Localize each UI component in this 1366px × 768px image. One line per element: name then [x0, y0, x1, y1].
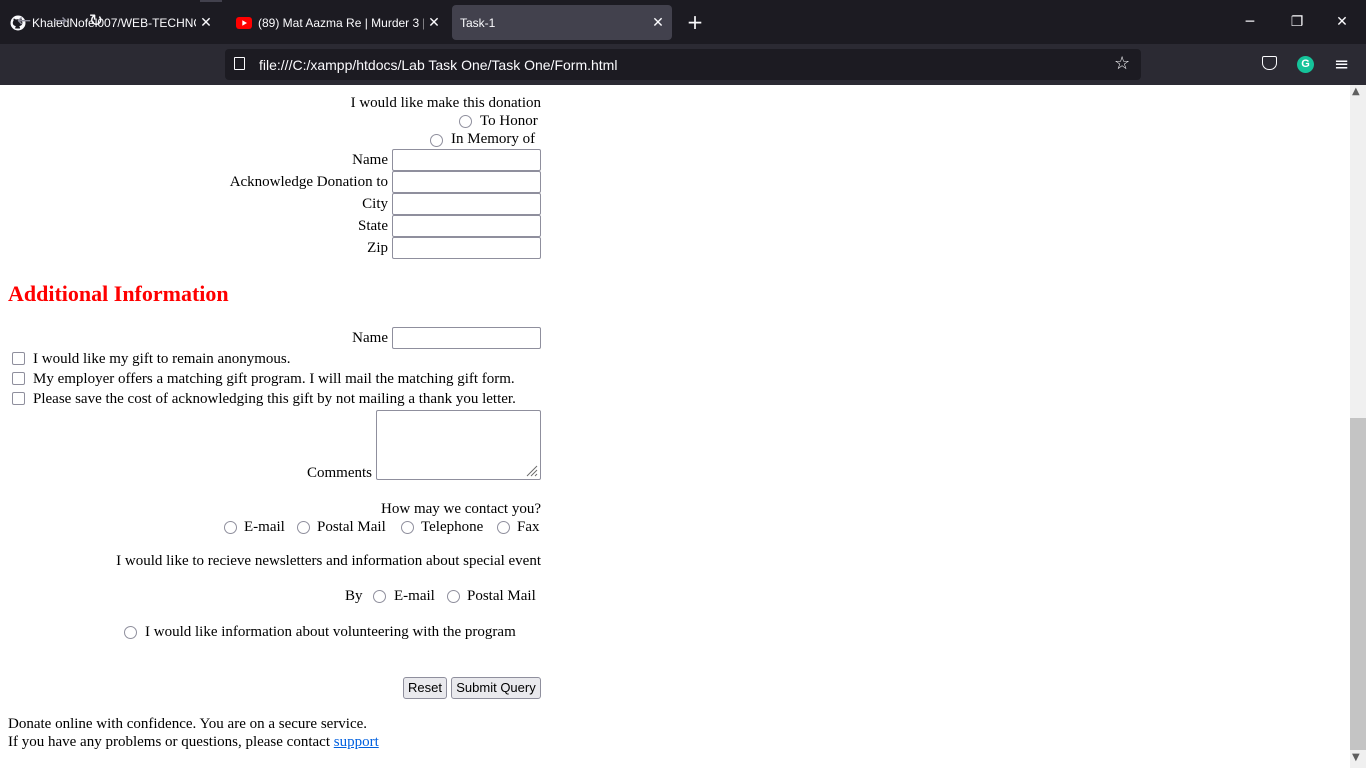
- footer-text: If you have any problems or questions, p…: [8, 734, 334, 750]
- checkbox-matching-gift[interactable]: [12, 372, 25, 385]
- radio-label: Postal Mail: [317, 519, 386, 535]
- checkbox-label: I would like my gift to remain anonymous…: [33, 351, 291, 367]
- contact-question: How may we contact you?: [381, 501, 541, 517]
- tab-title: (89) Mat Aazma Re | Murder 3 | Emraan Ha…: [258, 15, 424, 30]
- footer-line-1: Donate online with confidence. You are o…: [8, 716, 368, 732]
- checkbox-anonymous[interactable]: [12, 352, 25, 365]
- scrollbar-thumb[interactable]: [1350, 418, 1366, 750]
- city-input[interactable]: [392, 193, 541, 215]
- comments-textarea[interactable]: [376, 410, 541, 480]
- radio-label: To Honor: [480, 113, 538, 129]
- close-icon[interactable]: ✕: [648, 14, 668, 31]
- donation-intro: I would like make this donation: [350, 95, 541, 111]
- radio-contact-telephone[interactable]: [401, 521, 414, 534]
- submit-button[interactable]: Submit Query: [451, 677, 541, 699]
- field-label-city: City: [362, 196, 388, 212]
- radio-label: Postal Mail: [467, 588, 536, 604]
- radio-contact-postal[interactable]: [297, 521, 310, 534]
- footer-line-2: If you have any problems or questions, p…: [8, 733, 379, 751]
- hamburger-menu-icon[interactable]: ≡: [1334, 54, 1349, 75]
- restore-icon[interactable]: ❐: [1285, 12, 1309, 32]
- radio-contact-email[interactable]: [224, 521, 237, 534]
- field-label-zip: Zip: [367, 240, 388, 256]
- radio-label: E-mail: [394, 588, 435, 604]
- zip-input[interactable]: [392, 237, 541, 259]
- radio-label: E-mail: [244, 519, 285, 535]
- radio-contact-fax[interactable]: [497, 521, 510, 534]
- back-arrow-icon[interactable]: ←: [11, 8, 37, 34]
- by-label: By: [345, 588, 363, 604]
- radio-label: Telephone: [421, 519, 484, 535]
- checkbox-no-thank-you[interactable]: [12, 392, 25, 405]
- radio-in-memory[interactable]: [430, 134, 443, 147]
- youtube-icon: [236, 15, 252, 31]
- checkbox-label: My employer offers a matching gift progr…: [33, 371, 515, 387]
- field-label-name: Name: [352, 330, 388, 346]
- radio-label: Fax: [517, 519, 540, 535]
- page-icon: [234, 57, 245, 70]
- bookmark-star-icon[interactable]: ☆: [1114, 53, 1130, 74]
- donation-name-input[interactable]: [392, 149, 541, 171]
- pocket-icon[interactable]: [1262, 56, 1277, 70]
- state-input[interactable]: [392, 215, 541, 237]
- radio-newsletter-postal[interactable]: [447, 590, 460, 603]
- field-label-acknowledge: Acknowledge Donation to: [229, 174, 388, 190]
- resize-grip-icon[interactable]: [524, 463, 538, 477]
- tab-indicator: [200, 0, 222, 2]
- radio-label: In Memory of: [451, 131, 536, 147]
- scroll-up-arrow-icon[interactable]: ▲: [1352, 86, 1360, 97]
- grammarly-icon[interactable]: G: [1297, 56, 1314, 73]
- section-heading: Additional Information: [8, 281, 229, 306]
- newsletter-text: I would like to recieve newsletters and …: [116, 553, 541, 569]
- comments-label: Comments: [306, 465, 372, 481]
- close-icon[interactable]: ✕: [196, 14, 216, 31]
- field-label-state: State: [358, 218, 388, 234]
- tab-title: Task-1: [460, 15, 496, 30]
- radio-newsletter-email[interactable]: [373, 590, 386, 603]
- close-icon[interactable]: ✕: [424, 14, 444, 31]
- close-window-icon[interactable]: ✕: [1330, 12, 1354, 32]
- forward-arrow-icon[interactable]: →: [47, 8, 73, 34]
- radio-to-honor[interactable]: [459, 115, 472, 128]
- acknowledge-donation-input[interactable]: [392, 171, 541, 193]
- reload-icon[interactable]: ↻: [83, 8, 109, 34]
- reset-button[interactable]: Reset: [403, 677, 447, 699]
- radio-volunteer[interactable]: [124, 626, 137, 639]
- additional-name-input[interactable]: [392, 327, 541, 349]
- volunteer-text: I would like information about volunteer…: [145, 624, 516, 640]
- support-link[interactable]: support: [334, 734, 379, 750]
- minimize-icon[interactable]: ─: [1238, 12, 1262, 32]
- tab-task-1[interactable]: Task-1 ✕: [452, 5, 672, 40]
- tab-youtube[interactable]: (89) Mat Aazma Re | Murder 3 | Emraan Ha…: [226, 5, 448, 40]
- scroll-down-arrow-icon[interactable]: ▼: [1352, 752, 1360, 763]
- checkbox-label: Please save the cost of acknowledging th…: [33, 391, 516, 407]
- new-tab-plus-icon[interactable]: +: [684, 12, 706, 34]
- field-label-name: Name: [352, 152, 388, 168]
- url-text[interactable]: file:///C:/xampp/htdocs/Lab Task One/Tas…: [259, 57, 617, 73]
